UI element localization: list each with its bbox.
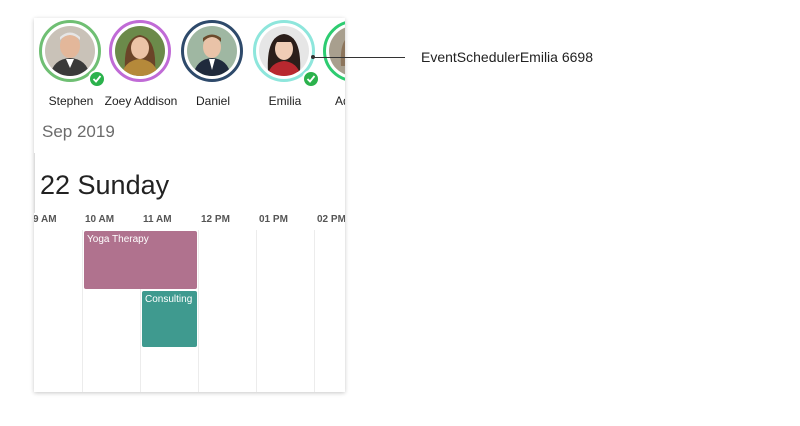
grid-line xyxy=(256,230,257,392)
resource-name: Zoey Addison xyxy=(104,94,178,108)
grid-line xyxy=(82,230,83,392)
avatar-ring xyxy=(181,20,243,82)
woman-avatar xyxy=(115,26,165,76)
resource-adeline[interactable]: Adeline xyxy=(321,20,345,114)
event-scheduler-card: Stephen Zoey Addison Daniel Emilia A Sep… xyxy=(34,18,345,392)
hour-label: 01 PM xyxy=(259,214,288,225)
selected-check-icon xyxy=(88,70,106,88)
resource-name: Adeline xyxy=(334,94,345,108)
callout-line xyxy=(313,57,405,58)
resource-daniel[interactable]: Daniel xyxy=(179,20,249,114)
hour-label: 12 PM xyxy=(201,214,230,225)
resource-avatar-strip[interactable]: Stephen Zoey Addison Daniel Emilia A xyxy=(34,18,345,114)
hour-header-row: 9 AM 10 AM 11 AM 12 PM 01 PM 02 PM xyxy=(34,214,345,230)
woman-avatar xyxy=(329,26,345,76)
grid-line xyxy=(314,230,315,392)
avatar-ring xyxy=(109,20,171,82)
divider xyxy=(34,153,35,213)
resource-stephen[interactable]: Stephen xyxy=(37,20,107,114)
resource-name: Emilia xyxy=(268,94,302,108)
avatar-ring xyxy=(323,20,345,82)
resource-name: Daniel xyxy=(195,94,231,108)
selected-check-icon xyxy=(302,70,320,88)
man-avatar xyxy=(187,26,237,76)
day-header: 22 Sunday xyxy=(40,170,170,200)
callout-label: EventSchedulerEmilia 6698 xyxy=(421,49,593,65)
hour-label: 11 AM xyxy=(143,214,172,225)
man-avatar xyxy=(45,26,95,76)
resource-name: Stephen xyxy=(48,94,94,108)
grid-line xyxy=(198,230,199,392)
woman-avatar xyxy=(259,26,309,76)
hour-label: 9 AM xyxy=(34,214,57,225)
resource-emilia[interactable]: Emilia xyxy=(251,20,321,114)
event-consulting[interactable]: Consulting xyxy=(142,291,197,347)
hour-label: 10 AM xyxy=(85,214,115,225)
hour-label: 02 PM xyxy=(317,214,345,225)
event-yoga-therapy[interactable]: Yoga Therapy xyxy=(84,231,197,289)
timeline-grid[interactable]: Yoga Therapy Consulting xyxy=(34,230,345,392)
resource-zoey-addison[interactable]: Zoey Addison xyxy=(105,20,177,114)
month-year-label[interactable]: Sep 2019 xyxy=(42,122,115,142)
